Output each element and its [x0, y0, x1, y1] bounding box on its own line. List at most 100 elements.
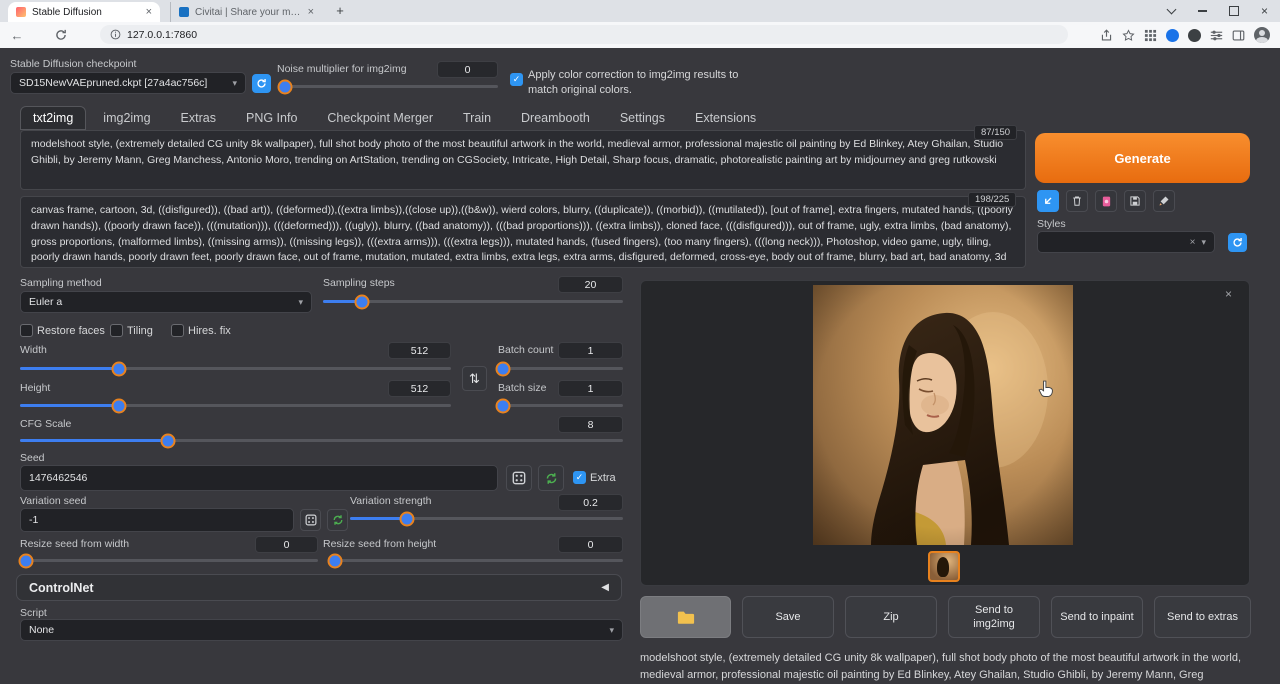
batch-size-slider[interactable]	[498, 404, 623, 407]
profile-avatar[interactable]	[1254, 27, 1270, 43]
tab-settings[interactable]: Settings	[607, 106, 678, 130]
close-window-button[interactable]: ×	[1249, 0, 1280, 22]
resize-seed-height-slider[interactable]	[329, 559, 623, 562]
tab-checkpoint-merger[interactable]: Checkpoint Merger	[314, 106, 446, 130]
maximize-button[interactable]	[1218, 0, 1249, 22]
media-control-icon[interactable]	[1188, 29, 1201, 42]
tab-png-info[interactable]: PNG Info	[233, 106, 310, 130]
restore-faces-label: Restore faces	[37, 325, 105, 337]
minimize-button[interactable]	[1187, 0, 1218, 22]
color-correction-checkbox[interactable]: ✓	[510, 73, 523, 86]
tab-extras[interactable]: Extras	[168, 106, 229, 130]
checkpoint-value: SD15NewVAEpruned.ckpt [27a4ac756c]	[19, 77, 207, 89]
tiling-label: Tiling	[127, 325, 153, 337]
reload-icon[interactable]	[52, 26, 70, 44]
noise-multiplier-value[interactable]: 0	[437, 61, 498, 78]
paste-params-button[interactable]	[1037, 190, 1059, 212]
variation-seed-label: Variation seed	[20, 495, 86, 507]
main-tabs: txt2img img2img Extras PNG Info Checkpoi…	[20, 106, 769, 130]
send-to-inpaint-button[interactable]: Send to inpaint	[1051, 596, 1143, 638]
generate-button[interactable]: Generate	[1035, 133, 1250, 183]
tab-title: Stable Diffusion	[32, 7, 140, 18]
browser-tab-civitai[interactable]: Civitai | Share your models ×	[170, 2, 322, 22]
gallery-thumbnail[interactable]	[928, 551, 960, 582]
civitai-favicon	[179, 7, 189, 17]
negative-prompt-textarea[interactable]: canvas frame, cartoon, 3d, ((disfigured)…	[20, 196, 1026, 268]
styles-dropdown[interactable]: × ▾	[1037, 231, 1215, 253]
tab-close-icon[interactable]: ×	[308, 7, 314, 18]
noise-multiplier-slider[interactable]	[281, 85, 498, 88]
variation-seed-input[interactable]: -1	[20, 508, 294, 532]
apps-grid-icon[interactable]	[1144, 29, 1157, 42]
send-to-extras-button[interactable]: Send to extras	[1154, 596, 1251, 638]
variation-strength-value[interactable]: 0.2	[558, 494, 623, 511]
chevron-down-icon: ▾	[232, 78, 237, 89]
reuse-seed-button[interactable]	[538, 465, 564, 491]
tiling-checkbox[interactable]	[110, 324, 123, 337]
batch-count-slider[interactable]	[498, 367, 623, 370]
resize-seed-height-value[interactable]: 0	[558, 536, 623, 553]
controlnet-accordion[interactable]: ControlNet ◀	[16, 574, 622, 601]
apply-style-button[interactable]	[1153, 190, 1175, 212]
hires-fix-checkbox[interactable]	[171, 324, 184, 337]
script-dropdown[interactable]: None ▾	[20, 619, 623, 641]
variation-strength-slider[interactable]	[350, 517, 623, 520]
prompt-textarea[interactable]: modelshoot style, (extremely detailed CG…	[20, 130, 1026, 190]
negative-prompt-token-counter: 198/225	[968, 192, 1016, 207]
close-gallery-icon[interactable]: ×	[1225, 287, 1232, 301]
clear-styles-icon[interactable]: ×	[1190, 237, 1196, 248]
resize-seed-width-slider[interactable]	[20, 559, 318, 562]
bookmark-star-icon[interactable]	[1122, 29, 1135, 42]
address-bar[interactable]: 127.0.0.1:7860	[100, 25, 1068, 44]
height-slider[interactable]	[20, 404, 451, 407]
save-button[interactable]: Save	[742, 596, 834, 638]
sampling-steps-value[interactable]: 20	[558, 276, 623, 293]
random-variation-seed-button[interactable]	[300, 509, 321, 531]
side-panel-icon[interactable]	[1232, 29, 1245, 42]
swap-width-height-button[interactable]: ⇅	[462, 366, 487, 391]
script-label: Script	[20, 607, 47, 619]
send-to-img2img-button[interactable]: Send to img2img	[948, 596, 1040, 638]
collapse-arrow-icon: ◀	[601, 582, 609, 593]
tab-extensions[interactable]: Extensions	[682, 106, 769, 130]
extension-blue-icon[interactable]	[1166, 29, 1179, 42]
generated-image[interactable]	[813, 285, 1073, 545]
site-info-icon[interactable]	[110, 29, 121, 40]
batch-size-value[interactable]: 1	[558, 380, 623, 397]
batch-count-value[interactable]: 1	[558, 342, 623, 359]
sampling-steps-slider[interactable]	[323, 300, 623, 303]
browser-tab-stable-diffusion[interactable]: Stable Diffusion ×	[8, 2, 160, 22]
extra-networks-button[interactable]	[1095, 190, 1117, 212]
tab-img2img[interactable]: img2img	[90, 106, 163, 130]
refresh-checkpoint-button[interactable]	[252, 74, 271, 93]
sliders-icon[interactable]	[1210, 29, 1223, 42]
height-value[interactable]: 512	[388, 380, 451, 397]
width-slider[interactable]	[20, 367, 451, 370]
folder-icon	[677, 610, 695, 625]
refresh-styles-button[interactable]	[1228, 233, 1247, 252]
tab-txt2img[interactable]: txt2img	[20, 106, 86, 130]
back-icon[interactable]: ←	[8, 26, 26, 44]
extra-seed-checkbox[interactable]: ✓	[573, 471, 586, 484]
resize-seed-width-value[interactable]: 0	[255, 536, 318, 553]
new-tab-button[interactable]: +	[332, 3, 348, 19]
chevron-down-icon[interactable]	[1156, 0, 1187, 22]
width-value[interactable]: 512	[388, 342, 451, 359]
cfg-scale-value[interactable]: 8	[558, 416, 623, 433]
save-style-button[interactable]	[1124, 190, 1146, 212]
tab-train[interactable]: Train	[450, 106, 504, 130]
share-icon[interactable]	[1100, 29, 1113, 42]
open-folder-button[interactable]	[640, 596, 731, 638]
sampling-method-dropdown[interactable]: Euler a ▾	[20, 291, 312, 313]
clear-prompt-button[interactable]	[1066, 190, 1088, 212]
tab-dreambooth[interactable]: Dreambooth	[508, 106, 603, 130]
reuse-variation-seed-button[interactable]	[327, 509, 348, 531]
restore-faces-checkbox[interactable]	[20, 324, 33, 337]
random-seed-button[interactable]	[506, 465, 532, 491]
zip-button[interactable]: Zip	[845, 596, 937, 638]
checkpoint-dropdown[interactable]: SD15NewVAEpruned.ckpt [27a4ac756c] ▾	[10, 72, 246, 94]
cfg-scale-slider[interactable]	[20, 439, 623, 442]
seed-input[interactable]: 1476462546	[20, 465, 498, 491]
tab-close-icon[interactable]: ×	[146, 7, 152, 18]
extra-seed-label: Extra	[590, 472, 616, 484]
